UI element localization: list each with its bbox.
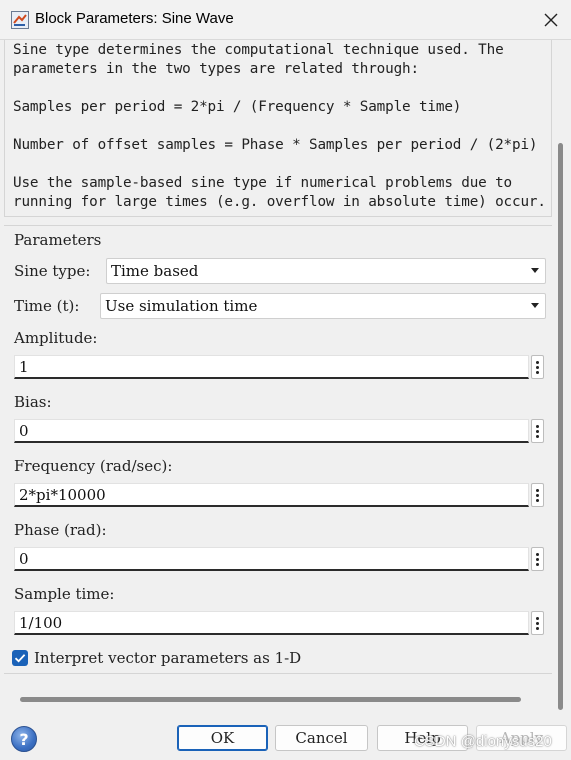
sample-time-field[interactable] xyxy=(14,611,529,635)
frequency-options-button[interactable] xyxy=(531,483,544,507)
more-dots-icon xyxy=(536,360,539,364)
horizontal-scrollbar-thumb[interactable] xyxy=(20,697,521,702)
more-dots-icon xyxy=(536,488,539,492)
checkmark-icon xyxy=(14,654,26,663)
time-value: Use simulation time xyxy=(105,297,258,315)
dialog-footer: ? OK Cancel Help Apply xyxy=(0,720,571,760)
phase-field[interactable] xyxy=(14,547,529,571)
interpret-vector-checkbox[interactable] xyxy=(12,650,28,666)
bias-field[interactable] xyxy=(14,419,529,443)
parameters-group: Parameters Sine type: Time based Time (t… xyxy=(4,225,552,675)
description-line: running for large times (e.g. overflow i… xyxy=(13,194,546,210)
time-dropdown[interactable]: Use simulation time xyxy=(100,293,546,319)
amplitude-label: Amplitude: xyxy=(14,329,98,347)
more-dots-icon xyxy=(536,552,539,556)
bias-options-button[interactable] xyxy=(531,419,544,443)
description-line: Use the sample-based sine type if numeri… xyxy=(13,175,512,191)
sine-type-value: Time based xyxy=(111,262,199,280)
dialog-content: Sine type determines the computational t… xyxy=(0,40,571,720)
sample-time-options-button[interactable] xyxy=(531,611,544,635)
simulink-block-icon xyxy=(11,11,29,29)
chevron-down-icon xyxy=(531,268,539,273)
description-line: parameters in the two types are related … xyxy=(13,61,419,77)
help-icon[interactable]: ? xyxy=(11,726,37,752)
frequency-field[interactable] xyxy=(14,483,529,507)
cancel-button[interactable]: Cancel xyxy=(275,725,368,751)
window-title: Block Parameters: Sine Wave xyxy=(35,10,234,27)
close-button[interactable] xyxy=(530,0,571,40)
bias-label: Bias: xyxy=(14,393,52,411)
interpret-vector-label: Interpret vector parameters as 1-D xyxy=(34,649,302,667)
title-bar: Block Parameters: Sine Wave xyxy=(0,0,571,40)
sine-type-label: Sine type: xyxy=(14,262,91,280)
vertical-scrollbar-thumb[interactable] xyxy=(558,143,563,710)
close-icon xyxy=(544,13,557,27)
description-line: Samples per period = 2*pi / (Frequency *… xyxy=(13,99,462,115)
time-label: Time (t): xyxy=(14,297,80,315)
description-line: Number of offset samples = Phase * Sampl… xyxy=(13,137,538,153)
more-dots-icon xyxy=(536,424,539,428)
sine-type-dropdown[interactable]: Time based xyxy=(106,258,546,284)
ok-button[interactable]: OK xyxy=(177,725,268,751)
amplitude-options-button[interactable] xyxy=(531,355,544,379)
description-panel: Sine type determines the computational t… xyxy=(4,40,552,217)
phase-options-button[interactable] xyxy=(531,547,544,571)
more-dots-icon xyxy=(536,616,539,620)
frequency-label: Frequency (rad/sec): xyxy=(14,457,173,475)
apply-button[interactable]: Apply xyxy=(476,725,567,751)
chevron-down-icon xyxy=(531,303,539,308)
description-line: Sine type determines the computational t… xyxy=(13,42,504,58)
help-button[interactable]: Help xyxy=(377,725,468,751)
amplitude-field[interactable] xyxy=(14,355,529,379)
divider xyxy=(4,673,552,674)
phase-label: Phase (rad): xyxy=(14,521,107,539)
parameters-group-title: Parameters xyxy=(14,231,102,249)
sample-time-label: Sample time: xyxy=(14,585,115,603)
